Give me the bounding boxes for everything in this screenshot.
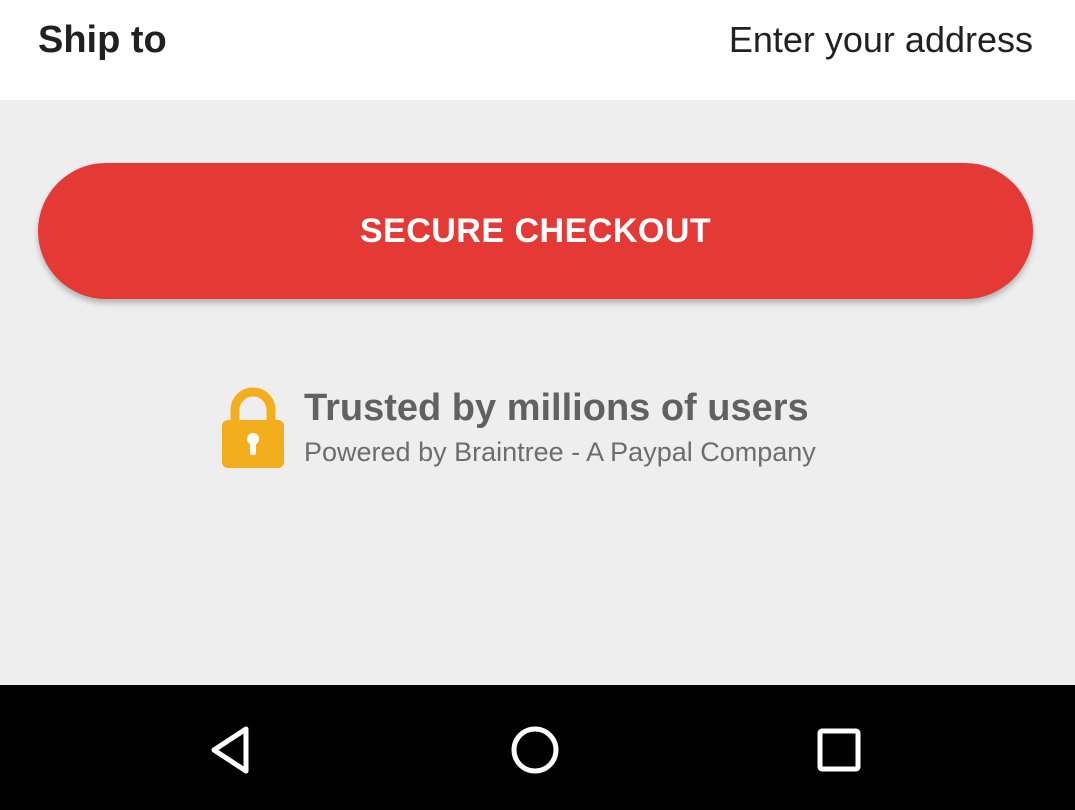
ship-to-label: Ship to [38, 18, 167, 61]
secure-checkout-button[interactable]: SECURE CHECKOUT [38, 163, 1033, 299]
ship-to-row[interactable]: Ship to Enter your address [0, 0, 1075, 100]
recent-apps-icon [817, 728, 861, 772]
enter-address-link[interactable]: Enter your address [729, 19, 1033, 61]
trust-text: Trusted by millions of users Powered by … [304, 385, 816, 469]
checkout-screen: Ship to Enter your address SECURE CHECKO… [0, 0, 1075, 810]
recent-apps-button[interactable] [794, 705, 884, 795]
home-button[interactable] [490, 705, 580, 795]
trust-title: Trusted by millions of users [304, 387, 809, 429]
system-navigation-bar [0, 685, 1075, 810]
trust-badge: Trusted by millions of users Powered by … [222, 385, 816, 469]
lock-icon [222, 387, 284, 468]
home-icon [511, 726, 559, 774]
back-button[interactable] [186, 705, 276, 795]
trust-subtitle: Powered by Braintree - A Paypal Company [304, 437, 816, 467]
back-icon [211, 726, 249, 774]
secure-checkout-label: SECURE CHECKOUT [359, 211, 712, 250]
